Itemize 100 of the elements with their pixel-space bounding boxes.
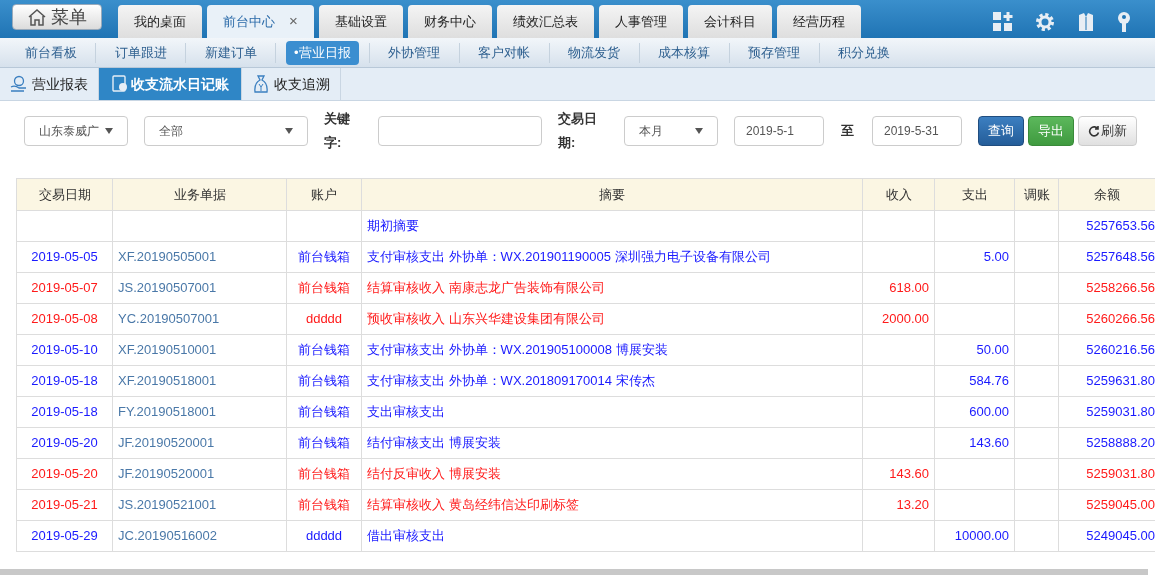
settings-icon[interactable]: [1035, 12, 1055, 32]
table-cell: 5260216.56: [1086, 342, 1155, 358]
table-cell: 2019-05-20: [31, 466, 98, 482]
table-cell: 5249045.00: [1086, 528, 1155, 544]
table-cell: 5260266.56: [1086, 311, 1155, 327]
table-cell: JF.20190520001: [118, 466, 215, 482]
column-header: 余额: [1058, 178, 1155, 211]
nav-item[interactable]: 积分兑换: [829, 40, 899, 65]
table-cell: JS.20190521001: [118, 497, 217, 513]
column-header: 交易日期: [16, 178, 113, 211]
table-cell: 前台钱箱: [298, 280, 350, 296]
report-tab[interactable]: 收支流水日记账: [99, 68, 242, 100]
tab[interactable]: 人事管理: [598, 5, 683, 38]
money-bag-icon: [252, 75, 270, 93]
dropdown-caret-icon: [285, 128, 293, 134]
column-header: 调账: [1014, 178, 1059, 211]
tab[interactable]: 经营历程: [776, 5, 861, 38]
nav-item[interactable]: 前台看板: [16, 40, 85, 65]
table-cell: 5259031.80: [1086, 404, 1155, 420]
nav-item[interactable]: 物流发货: [559, 40, 629, 65]
table-cell: 5257648.56: [1086, 249, 1155, 265]
close-icon[interactable]: ×: [289, 10, 298, 33]
column-header: 支出: [934, 178, 1015, 211]
table-cell: XF.20190518001: [118, 373, 217, 389]
table-cell: ddddd: [305, 528, 343, 544]
table-cell: 5.00: [983, 249, 1009, 265]
table-cell: 5259031.80: [1086, 466, 1155, 482]
tab[interactable]: 我的桌面: [118, 5, 202, 38]
table-cell: 支出审核支出: [367, 404, 445, 420]
table-cell: 5259631.80: [1086, 373, 1155, 389]
home-icon: [27, 8, 47, 26]
table-cell: ddddd: [305, 311, 343, 327]
table-cell: 前台钱箱: [298, 373, 350, 389]
nav-item[interactable]: 外协管理: [379, 40, 449, 65]
tab[interactable]: 绩效汇总表: [496, 5, 594, 38]
table-cell: 2019-05-05: [31, 249, 98, 265]
table-cell: 支付审核支出 外协单：WX.201905100008 博展安装: [367, 342, 668, 358]
table-cell: 前台钱箱: [298, 342, 350, 358]
table-cell: 支付审核支出 外协单：WX.201809170014 宋传杰: [367, 373, 655, 389]
nav-item[interactable]: 订单跟进: [106, 40, 175, 65]
dropdown-caret-icon: [695, 128, 703, 134]
tab[interactable]: 财务中心: [407, 5, 492, 38]
table-cell: 结付审核支出 博展安装: [367, 435, 501, 451]
table-cell: XF.20190505001: [118, 249, 217, 265]
start-date-field[interactable]: 2019-5-1: [734, 116, 824, 146]
end-date-field[interactable]: 2019-5-31: [872, 116, 962, 146]
tab[interactable]: 前台中心 ×: [207, 5, 314, 38]
table-cell: 前台钱箱: [298, 435, 350, 451]
table-cell: 2019-05-18: [31, 404, 98, 420]
refresh-button[interactable]: 刷新: [1078, 116, 1137, 146]
table-cell: 618.00: [889, 280, 929, 296]
table-cell: 5258266.56: [1086, 280, 1155, 296]
report-tab[interactable]: 收支追溯: [242, 68, 341, 100]
table-cell: 2019-05-29: [31, 528, 98, 544]
table-cell: 2019-05-21: [31, 497, 98, 513]
category-select[interactable]: 全部: [144, 116, 308, 146]
nav-item[interactable]: •营业日报: [286, 40, 359, 65]
add-widget-icon[interactable]: [993, 12, 1013, 32]
money-hand-icon: [10, 75, 28, 93]
table-cell: 前台钱箱: [298, 404, 350, 420]
to-label: 至: [841, 122, 854, 141]
nav-item[interactable]: 新建订单: [196, 40, 265, 65]
search-button[interactable]: 查询: [978, 116, 1024, 146]
table-cell: 预收审核收入 山东兴华建设集团有限公司: [367, 311, 605, 327]
table-cell: 结算审核收入 黄岛经纬信达印刷标签: [367, 497, 579, 513]
key-icon[interactable]: [1117, 12, 1131, 32]
menu-button[interactable]: 菜单: [12, 4, 102, 30]
table-cell: 期初摘要: [367, 218, 419, 234]
nav-item[interactable]: 客户对帐: [469, 40, 539, 65]
nav-item[interactable]: 预存管理: [739, 40, 809, 65]
table-cell: YC.20190507001: [118, 311, 220, 327]
table-cell: 前台钱箱: [298, 249, 350, 265]
table-cell: 13.20: [896, 497, 929, 513]
table-cell: 10000.00: [954, 528, 1009, 544]
date-label: 交易日期:: [558, 110, 598, 152]
table-cell: 5258888.20: [1086, 435, 1155, 451]
horizontal-scrollbar[interactable]: [0, 569, 1148, 575]
table-cell: 143.60: [969, 435, 1009, 451]
keyword-input[interactable]: [378, 116, 542, 146]
table-cell: FY.20190518001: [118, 404, 217, 420]
period-select[interactable]: 本月: [624, 116, 718, 146]
table-cell: 2019-05-18: [31, 373, 98, 389]
tab[interactable]: 基础设置: [318, 5, 403, 38]
column-header: 收入: [862, 178, 935, 211]
table-cell: 50.00: [976, 342, 1009, 358]
table-cell: 借出审核支出: [367, 528, 445, 544]
table-cell: 5259045.00: [1086, 497, 1155, 513]
table-cell: 584.76: [969, 373, 1009, 389]
table-cell: 600.00: [969, 404, 1009, 420]
table-cell: 2019-05-10: [31, 342, 98, 358]
table-cell: 2019-05-08: [31, 311, 98, 327]
table-cell: 2000.00: [882, 311, 929, 327]
tab[interactable]: 会计科目: [687, 5, 772, 38]
keyword-label: 关键字:: [324, 110, 351, 152]
table-cell: JF.20190520001: [118, 435, 215, 451]
nav-item[interactable]: 成本核算: [649, 40, 719, 65]
table-cell: JC.20190516002: [118, 528, 218, 544]
store-select[interactable]: 山东泰威广: [24, 116, 128, 146]
refresh-icon: [1088, 125, 1100, 137]
table-cell: JS.20190507001: [118, 280, 217, 296]
